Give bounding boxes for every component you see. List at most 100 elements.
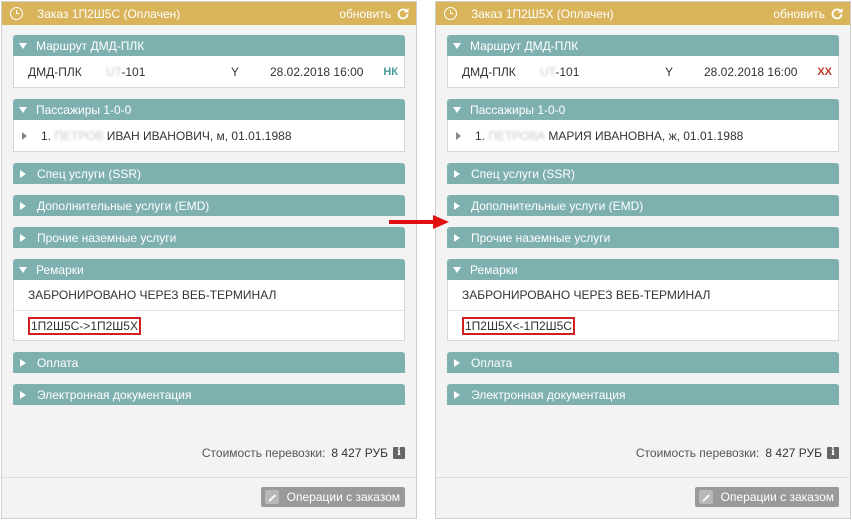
passengers-body: 1. ПЕТРОВА МАРИЯ ИВАНОВНА, ж, 01.01.1988 [447, 120, 839, 152]
section-route[interactable]: Маршрут ДМД-ПЛК [13, 35, 405, 56]
refresh-button[interactable]: обновить [773, 7, 844, 21]
cost-row: Стоимость перевозки: 8 427 РУБ i [2, 446, 416, 460]
section-emd-title: Дополнительные услуги (EMD) [471, 198, 644, 213]
remarks-body: ЗАБРОНИРОВАНО ЧЕРЕЗ ВЕБ-ТЕРМИНАЛ 1П2Ш5Х<… [447, 280, 839, 341]
refresh-label: обновить [339, 6, 391, 21]
section-ssr[interactable]: Спец услуги (SSR) [13, 163, 405, 184]
order-operations-label: Операции с заказом [286, 490, 400, 504]
route-row: ДМД-ПЛК UT-101 Y 28.02.2018 16:00 НК [14, 56, 404, 87]
remarks-body: ЗАБРОНИРОВАНО ЧЕРЕЗ ВЕБ-ТЕРМИНАЛ 1П2Ш5С-… [13, 280, 405, 341]
order-title: Заказ 1П2Ш5Х (Оплачен) [471, 6, 614, 21]
departure-datetime: 28.02.2018 16:00 [704, 64, 798, 79]
order-title: Заказ 1П2Ш5С (Оплачен) [37, 6, 181, 21]
section-ground-services[interactable]: Прочие наземные услуги [13, 227, 405, 248]
section-ssr[interactable]: Спец услуги (SSR) [447, 163, 839, 184]
remark-highlighted: 1П2Ш5С->1П2Ш5Х [28, 316, 141, 335]
remark-line: ЗАБРОНИРОВАНО ЧЕРЕЗ ВЕБ-ТЕРМИНАЛ [448, 280, 838, 310]
passenger-row[interactable]: 1. ПЕТРОВА МАРИЯ ИВАНОВНА, ж, 01.01.1988 [448, 120, 838, 151]
cost-label: Стоимость перевозки: [201, 446, 326, 460]
passenger-number: 1. [41, 128, 52, 143]
masked-airline: UT [540, 64, 556, 79]
expand-arrow-icon[interactable] [22, 131, 27, 140]
route-segment: ДМД-ПЛК [462, 64, 516, 79]
section-payment[interactable]: Оплата [13, 352, 405, 373]
refresh-button[interactable]: обновить [339, 7, 410, 21]
section-payment[interactable]: Оплата [447, 352, 839, 373]
section-route[interactable]: Маршрут ДМД-ПЛК [447, 35, 839, 56]
chevron-right-icon [454, 169, 460, 178]
section-ground-title: Прочие наземные услуги [471, 230, 611, 245]
section-emd-title: Дополнительные услуги (EMD) [37, 198, 210, 213]
segment-status: НК [383, 65, 398, 78]
section-emd[interactable]: Дополнительные услуги (EMD) [447, 195, 839, 216]
clock-icon [10, 7, 23, 20]
order-operations-button[interactable]: Операции с заказом [694, 487, 839, 507]
masked-surname: ПЕТРОВ [54, 128, 104, 143]
passenger-row[interactable]: 1. ПЕТРОВ ИВАН ИВАНОВИЧ, м, 01.01.1988 [14, 120, 404, 151]
order-panel-left: Заказ 1П2Ш5С (Оплачен) обновить Маршрут … [1, 1, 417, 519]
section-edocs[interactable]: Электронная документация [13, 384, 405, 405]
clock-icon [444, 7, 457, 20]
section-emd[interactable]: Дополнительные услуги (EMD) [13, 195, 405, 216]
chevron-right-icon [20, 358, 26, 367]
chevron-down-icon [453, 106, 461, 113]
section-ssr-title: Спец услуги (SSR) [471, 166, 575, 181]
chevron-right-icon [20, 390, 26, 399]
remark-text: ЗАБРОНИРОВАНО ЧЕРЕЗ ВЕБ-ТЕРМИНАЛ [28, 288, 277, 302]
refresh-icon [831, 7, 843, 19]
section-remarks[interactable]: Ремарки [447, 259, 839, 280]
section-route-title: Маршрут ДМД-ПЛК [36, 38, 145, 53]
section-passengers[interactable]: Пассажиры 1-0-0 [447, 99, 839, 120]
edit-icon [698, 490, 713, 504]
edit-icon [264, 490, 279, 504]
section-edocs-title: Электронная документация [471, 387, 626, 402]
order-operations-button[interactable]: Операции с заказом [260, 487, 405, 507]
section-remarks-title: Ремарки [36, 262, 84, 277]
order-panel-right: Заказ 1П2Ш5Х (Оплачен) обновить Маршрут … [435, 1, 851, 519]
flight-digits: -101 [121, 64, 146, 79]
chevron-down-icon [19, 42, 27, 49]
chevron-right-icon [454, 201, 460, 210]
chevron-down-icon [19, 106, 27, 113]
section-remarks-title: Ремарки [470, 262, 518, 277]
info-icon[interactable]: i [393, 447, 405, 459]
remark-highlighted: 1П2Ш5Х<-1П2Ш5С [462, 316, 575, 335]
cost-value: 8 427 РУБ [331, 446, 388, 460]
masked-airline: UT [106, 64, 122, 79]
chevron-right-icon [454, 390, 460, 399]
order-header: Заказ 1П2Ш5Х (Оплачен) обновить [436, 2, 850, 25]
chevron-right-icon [20, 233, 26, 242]
section-passengers-title: Пассажиры 1-0-0 [36, 102, 132, 117]
route-row: ДМД-ПЛК UT-101 Y 28.02.2018 16:00 XX [448, 56, 838, 87]
remark-line: 1П2Ш5Х<-1П2Ш5С [448, 310, 838, 340]
order-header: Заказ 1П2Ш5С (Оплачен) обновить [2, 2, 416, 25]
section-edocs[interactable]: Электронная документация [447, 384, 839, 405]
section-ground-services[interactable]: Прочие наземные услуги [447, 227, 839, 248]
route-segment: ДМД-ПЛК [28, 64, 82, 79]
section-passengers[interactable]: Пассажиры 1-0-0 [13, 99, 405, 120]
passenger-number: 1. [475, 128, 486, 143]
expand-arrow-icon[interactable] [456, 131, 461, 140]
booking-class: Y [665, 64, 674, 79]
chevron-right-icon [454, 233, 460, 242]
chevron-down-icon [19, 266, 27, 273]
route-body: ДМД-ПЛК UT-101 Y 28.02.2018 16:00 НК [13, 56, 405, 88]
refresh-label: обновить [773, 6, 825, 21]
flight-digits: -101 [555, 64, 580, 79]
route-body: ДМД-ПЛК UT-101 Y 28.02.2018 16:00 XX [447, 56, 839, 88]
section-payment-title: Оплата [37, 355, 79, 370]
remark-line: 1П2Ш5С->1П2Ш5Х [14, 310, 404, 340]
flight-number: UT-101 [106, 65, 145, 79]
refresh-icon [397, 7, 409, 19]
cost-row: Стоимость перевозки: 8 427 РУБ i [436, 446, 850, 460]
footer-divider [2, 477, 416, 478]
remark-text: ЗАБРОНИРОВАНО ЧЕРЕЗ ВЕБ-ТЕРМИНАЛ [462, 288, 711, 302]
section-remarks[interactable]: Ремарки [13, 259, 405, 280]
chevron-down-icon [453, 42, 461, 49]
cost-label: Стоимость перевозки: [635, 446, 760, 460]
section-ssr-title: Спец услуги (SSR) [37, 166, 141, 181]
chevron-right-icon [20, 169, 26, 178]
info-icon[interactable]: i [827, 447, 839, 459]
departure-datetime: 28.02.2018 16:00 [270, 64, 364, 79]
section-route-title: Маршрут ДМД-ПЛК [470, 38, 579, 53]
